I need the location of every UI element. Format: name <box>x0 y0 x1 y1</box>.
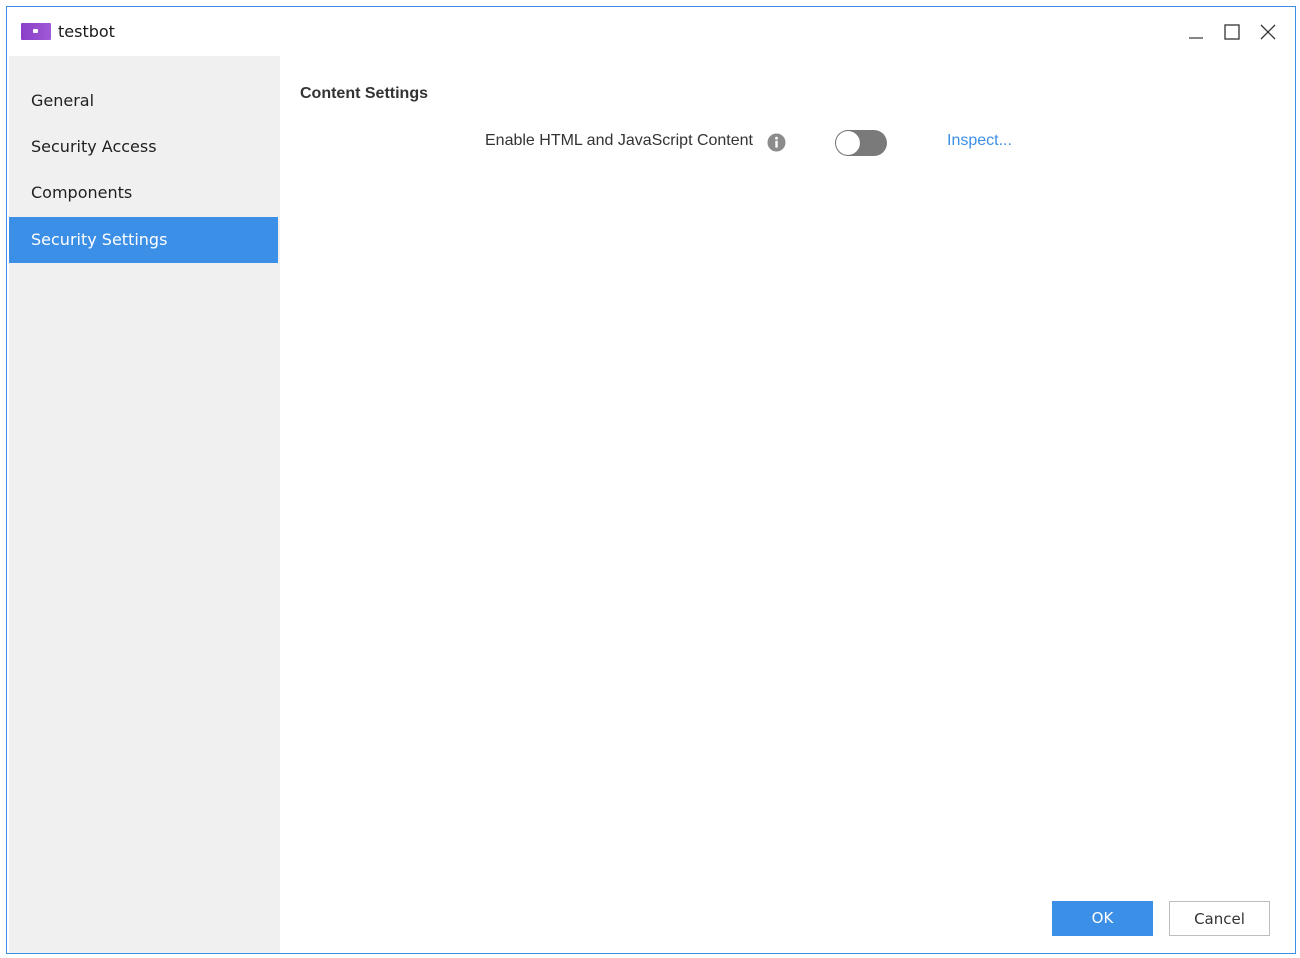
sidebar-item-general[interactable]: General <box>9 78 278 124</box>
sidebar-item-security-access[interactable]: Security Access <box>9 124 278 170</box>
ok-button[interactable]: OK <box>1052 901 1153 936</box>
section-title: Content Settings <box>300 85 428 102</box>
cancel-button[interactable]: Cancel <box>1169 901 1270 936</box>
maximize-icon[interactable] <box>1219 19 1245 45</box>
title-bar: testbot <box>7 7 1295 56</box>
settings-sidebar: General Security Access Components Secur… <box>9 56 280 953</box>
sidebar-item-components[interactable]: Components <box>9 170 278 216</box>
html-js-toggle[interactable] <box>835 130 887 156</box>
inspect-link[interactable]: Inspect... <box>947 132 1012 150</box>
sidebar-item-security-settings[interactable]: Security Settings <box>9 217 278 263</box>
minimize-icon[interactable] <box>1183 19 1209 45</box>
content-panel: Content Settings Enable HTML and JavaScr… <box>280 56 1295 953</box>
window-title: testbot <box>58 22 115 41</box>
info-icon[interactable] <box>767 133 786 152</box>
setting-label: Enable HTML and JavaScript Content <box>485 132 753 149</box>
settings-window: testbot General Security Access Componen… <box>6 6 1296 954</box>
app-bot-icon <box>21 23 51 40</box>
toggle-knob <box>836 131 860 155</box>
close-icon[interactable] <box>1255 19 1281 45</box>
